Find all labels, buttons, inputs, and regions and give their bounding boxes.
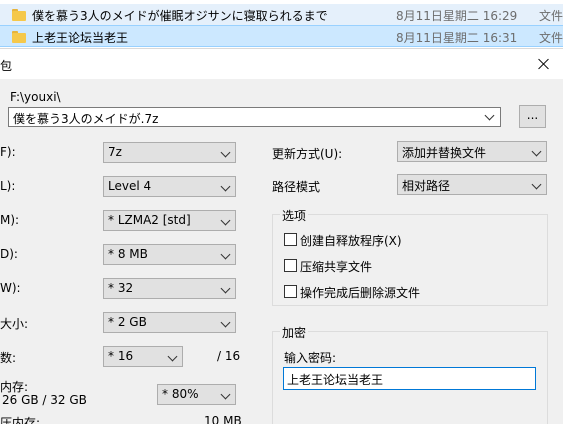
path-label: F:\youxi\ (10, 90, 61, 104)
threads-total: / 16 (217, 349, 241, 363)
decomp-label: 压内存: (0, 416, 41, 424)
solid-combo[interactable]: * 2 GB (103, 312, 236, 333)
dict-combo[interactable]: * 8 MB (103, 244, 236, 265)
threads-label: 数: (0, 351, 17, 365)
threads-combo[interactable]: * 16 (103, 346, 183, 367)
file-type: 文件 (539, 31, 563, 45)
chevron-down-icon (531, 179, 542, 190)
level-combo[interactable]: Level 4 (103, 176, 236, 197)
file-date: 8月11日星期二 16:29 (396, 9, 518, 23)
chevron-down-icon (220, 215, 231, 226)
format-combo[interactable]: 7z (103, 142, 236, 163)
options-title: 选项 (280, 207, 309, 224)
pathmode-value: 相对路径 (402, 179, 451, 193)
word-value: * 32 (108, 281, 134, 295)
chevron-down-icon (167, 351, 178, 362)
encryption-title: 加密 (280, 324, 309, 341)
archive-name: 僕を慕う3人のメイドが.7z (13, 112, 159, 126)
dialog-titlebar: 包 (0, 49, 563, 79)
dict-value: * 8 MB (108, 247, 148, 261)
level-value: Level 4 (108, 179, 152, 193)
chevron-down-icon (220, 249, 231, 260)
close-icon[interactable] (535, 55, 553, 73)
chevron-down-icon (220, 283, 231, 294)
method-value: * LZMA2 [std] (108, 213, 191, 227)
solid-label: 大小: (0, 317, 29, 331)
browse-button[interactable]: ... (519, 105, 546, 128)
sfx-label: 创建自释放程序(X) (300, 234, 402, 248)
pathmode-label: 路径模式 (272, 180, 321, 194)
word-label: W): (0, 281, 21, 295)
dict-label: D): (0, 247, 18, 261)
add-to-archive-dialog: 包 F:\youxi\ 僕を慕う3人のメイドが.7z ... F): 7z L)… (0, 48, 563, 424)
dialog-title: 包 (0, 59, 13, 73)
chevron-down-icon (220, 147, 231, 158)
memory-value: * 80% (162, 387, 199, 401)
level-label: L): (0, 179, 16, 193)
update-value: 添加并替换文件 (402, 146, 487, 160)
method-label: M): (0, 213, 20, 227)
file-list: 僕を慕う3人のメイドが催眠オジサンに寝取られるまで 8月11日星期二 16:29… (0, 0, 563, 47)
sfx-checkbox[interactable] (284, 233, 297, 246)
shared-files-label: 压缩共享文件 (300, 260, 373, 274)
delete-after-label: 操作完成后删除源文件 (300, 286, 421, 300)
file-name: 僕を慕う3人のメイドが催眠オジサンに寝取られるまで (32, 9, 328, 23)
password-label: 输入密码: (284, 351, 337, 365)
file-name: 上老王论坛当老王 (32, 31, 129, 45)
format-label: F): (0, 145, 16, 159)
archive-path-combo[interactable]: 僕を慕う3人のメイドが.7z (8, 107, 501, 127)
chevron-down-icon (220, 181, 231, 192)
decomp-value: 10 MB (204, 414, 242, 424)
file-row-selected[interactable]: 上老王论坛当老王 8月11日星期二 16:31 文件 (0, 25, 563, 47)
folder-icon (12, 9, 26, 21)
method-combo[interactable]: * LZMA2 [std] (103, 210, 236, 231)
file-row[interactable]: 僕を慕う3人のメイドが催眠オジサンに寝取られるまで 8月11日星期二 16:29… (0, 4, 563, 26)
password-input[interactable]: 上老王论坛当老王 (283, 367, 536, 390)
shared-files-checkbox[interactable] (284, 259, 297, 272)
solid-value: * 2 GB (108, 315, 147, 329)
file-date: 8月11日星期二 16:31 (396, 31, 518, 45)
file-type: 文件 (539, 9, 563, 23)
word-combo[interactable]: * 32 (103, 278, 236, 299)
format-value: 7z (108, 145, 122, 159)
chevron-down-icon (220, 389, 231, 400)
threads-value: * 16 (108, 349, 134, 363)
pathmode-combo[interactable]: 相对路径 (397, 174, 547, 195)
delete-after-checkbox[interactable] (284, 285, 297, 298)
chevron-down-icon (484, 110, 495, 121)
folder-icon (12, 31, 26, 43)
update-label: 更新方式(U): (272, 147, 343, 161)
password-value: 上老王论坛当老王 (287, 373, 384, 387)
update-combo[interactable]: 添加并替换文件 (397, 141, 547, 162)
chevron-down-icon (531, 146, 542, 157)
memory-detail: 26 GB / 32 GB (2, 393, 87, 407)
memory-combo[interactable]: * 80% (157, 384, 236, 405)
chevron-down-icon (220, 317, 231, 328)
